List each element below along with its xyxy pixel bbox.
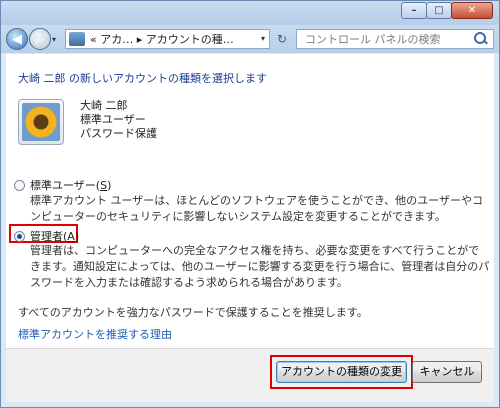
- page-title: 大崎 二郎 の新しいアカウントの種類を選択します: [18, 72, 267, 85]
- user-avatar: [18, 99, 64, 145]
- minimize-button[interactable]: –: [401, 2, 427, 19]
- search-placeholder: コントロール パネルの検索: [305, 33, 441, 46]
- back-button[interactable]: ◀: [6, 28, 28, 50]
- cancel-button[interactable]: キャンセル: [412, 361, 482, 383]
- user-account-type: 標準ユーザー: [80, 113, 146, 126]
- user-name: 大崎 二郎: [80, 99, 128, 112]
- address-dropdown-icon[interactable]: ▾: [261, 34, 265, 43]
- title-bar: – □ ✕: [1, 1, 499, 25]
- address-bar[interactable]: « アカ… ▸ アカウントの種… ▾: [65, 29, 270, 49]
- search-icon[interactable]: [473, 32, 489, 46]
- caption-buttons: – □ ✕: [401, 2, 493, 19]
- change-account-type-button[interactable]: アカウントの種類の変更: [276, 361, 407, 383]
- administrator-option[interactable]: 管理者(A): [14, 228, 79, 244]
- standard-user-description: 標準アカウント ユーザーは、ほとんどのソフトウェアを使うことができ、他のユーザー…: [30, 194, 483, 223]
- refresh-icon[interactable]: ↻: [273, 31, 291, 47]
- recommendation-text: すべてのアカウントを強力なパスワードで保護することを推奨します。: [18, 306, 368, 319]
- user-password-status: パスワード保護: [80, 127, 157, 140]
- user-info: 大崎 二郎 標準ユーザー パスワード保護: [80, 99, 157, 141]
- navigation-bar: ◀ ▶ ▾ « アカ… ▸ アカウントの種… ▾ ↻ コントロール パネルの検索: [1, 25, 499, 53]
- standard-user-option[interactable]: 標準ユーザー(S): [14, 177, 111, 193]
- standard-user-radio[interactable]: [14, 179, 25, 191]
- administrator-radio[interactable]: [14, 230, 25, 242]
- maximize-button[interactable]: □: [426, 2, 452, 19]
- back-arrow-icon: ◀: [12, 31, 22, 47]
- forward-arrow-icon: ▶: [35, 31, 45, 47]
- search-input[interactable]: コントロール パネルの検索: [296, 29, 494, 49]
- sunflower-picture-icon: [22, 103, 60, 141]
- why-standard-account-link[interactable]: 標準アカウントを推奨する理由: [18, 326, 172, 342]
- breadcrumb[interactable]: « アカ… ▸ アカウントの種…: [90, 31, 234, 47]
- control-panel-icon: [69, 32, 85, 46]
- main-content: 大崎 二郎 の新しいアカウントの種類を選択します 大崎 二郎 標準ユーザー パス…: [6, 54, 494, 348]
- recent-pages-dropdown-icon[interactable]: ▾: [52, 35, 56, 44]
- forward-button[interactable]: ▶: [29, 28, 51, 50]
- button-bar: アカウントの種類の変更 キャンセル: [6, 348, 494, 402]
- close-button[interactable]: ✕: [451, 2, 493, 19]
- administrator-description: 管理者は、コンピューターへの完全なアクセス権を持ち、必要な変更をすべて行うことが…: [30, 244, 490, 289]
- control-panel-window: – □ ✕ ◀ ▶ ▾ « アカ… ▸ アカウントの種… ▾ ↻ コントロール …: [0, 0, 500, 408]
- administrator-label[interactable]: 管理者(A): [30, 228, 79, 244]
- standard-user-label[interactable]: 標準ユーザー(S): [30, 177, 111, 193]
